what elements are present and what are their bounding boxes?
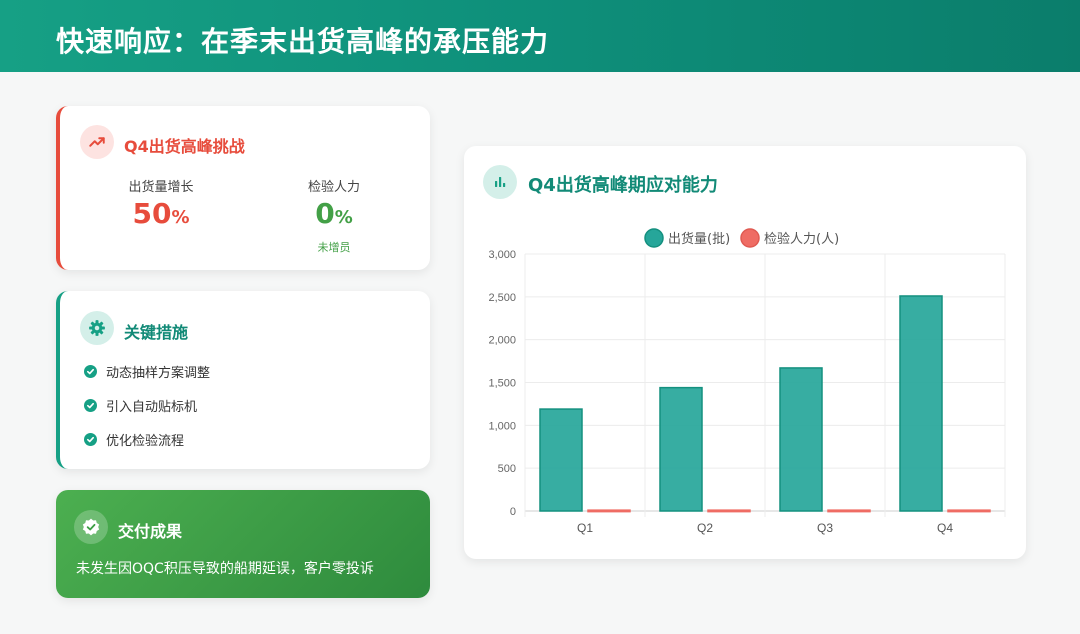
gear-icon xyxy=(80,311,114,345)
legend-label: 出货量(批) xyxy=(668,231,730,247)
bar-shipments xyxy=(779,367,823,512)
legend-label: 检验人力(人) xyxy=(764,231,839,247)
legend-swatch xyxy=(644,228,664,248)
stat-value: 0% xyxy=(315,197,353,230)
page-title: 快速响应：在季末出货高峰的承压能力 xyxy=(56,25,550,58)
badge-check-icon xyxy=(74,510,108,544)
bar-inspectors xyxy=(587,509,631,513)
chart-card: Q4出货高峰期应对能力 0 500 1,000 1,500 2,000 2,500 3,00… xyxy=(464,146,1026,559)
check-icon xyxy=(84,433,97,446)
x-tick-label: Q2 xyxy=(697,521,713,535)
x-tick-label: Q1 xyxy=(577,521,593,535)
measures-title: 关键措施 xyxy=(124,323,189,342)
bar-inspectors xyxy=(707,509,751,513)
bar-shipments xyxy=(659,386,703,512)
stat-shipment-growth: 出货量增长 50% xyxy=(91,176,231,235)
stat-inspection-staff: 检验人力 0% 未增员 xyxy=(264,176,404,255)
challenge-title: Q4出货高峰挑战 xyxy=(124,137,245,156)
legend-swatch xyxy=(740,228,760,248)
result-card: 交付成果 未发生因OQC积压导致的船期延误，客户零投诉 xyxy=(56,490,430,598)
measure-item: 优化检验流程 xyxy=(84,430,184,449)
y-tick-label: 3,000 xyxy=(488,249,516,261)
bar-chart: 0 500 1,000 1,500 2,000 2,500 3,000 Q1 Q2 Q3 Q4 出货量… xyxy=(488,228,1006,535)
measure-item: 动态抽样方案调整 xyxy=(84,362,210,381)
stat-value: 50% xyxy=(132,197,190,230)
y-tick-label: 2,500 xyxy=(488,292,516,304)
header-banner: 快速响应：在季末出货高峰的承压能力 xyxy=(0,0,1080,72)
y-tick-label: 500 xyxy=(498,463,516,475)
y-tick-label: 1,500 xyxy=(488,378,516,390)
result-text: 未发生因OQC积压导致的船期延误，客户零投诉 xyxy=(76,561,374,577)
y-tick-label: 1,000 xyxy=(488,420,516,432)
check-icon xyxy=(84,365,97,378)
bar-shipments xyxy=(899,295,943,512)
x-tick-label: Q4 xyxy=(937,521,953,535)
stat-label: 出货量增长 xyxy=(128,180,194,195)
check-icon xyxy=(84,399,97,412)
result-title: 交付成果 xyxy=(118,522,183,541)
x-tick-label: Q3 xyxy=(817,521,833,535)
bar-inspectors xyxy=(947,509,991,513)
trend-up-icon xyxy=(80,125,114,159)
y-tick-label: 2,000 xyxy=(488,335,516,347)
measures-card: 关键措施 动态抽样方案调整 引入自动贴标机 优化检验流程 xyxy=(56,291,430,469)
challenge-card: Q4出货高峰挑战 出货量增长 50% 检验人力 0% 未增员 xyxy=(56,106,430,270)
measure-item: 引入自动贴标机 xyxy=(84,396,197,415)
stat-label: 检验人力 xyxy=(307,180,360,195)
bar-inspectors xyxy=(827,509,871,513)
bar-shipments xyxy=(539,408,583,512)
y-tick-label: 0 xyxy=(510,506,516,518)
stat-note: 未增员 xyxy=(317,241,351,254)
